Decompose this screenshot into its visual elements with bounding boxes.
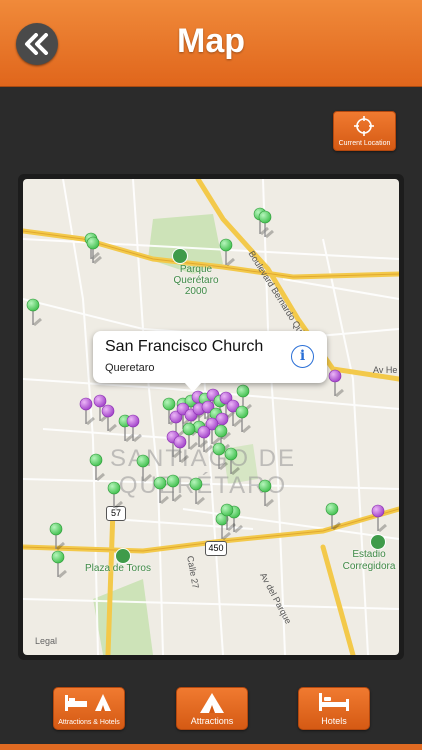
page-title: Map	[177, 22, 245, 60]
pins-layer[interactable]	[23, 179, 399, 655]
attraction-pin[interactable]	[219, 238, 235, 267]
attractions-hotels-label: Attractions & Hotels	[58, 719, 120, 726]
callout-subtitle: Queretaro	[105, 362, 155, 374]
hotel-pin[interactable]	[371, 504, 387, 533]
info-icon[interactable]: i	[291, 345, 314, 368]
attraction-pin[interactable]	[325, 502, 341, 531]
legal-link[interactable]: Legal	[35, 636, 57, 646]
attraction-pin[interactable]	[258, 479, 274, 508]
current-location-button[interactable]: Current Location	[333, 111, 396, 151]
hotel-pin[interactable]	[197, 425, 213, 454]
crosshair-icon	[354, 116, 374, 136]
attraction-pin[interactable]	[166, 474, 182, 503]
bed-tent-icon	[65, 694, 111, 711]
attraction-pin[interactable]	[51, 550, 67, 579]
map-view[interactable]: Parque Querétaro 2000 SANTIAGO DE QUERÉT…	[23, 179, 399, 655]
attraction-pin[interactable]	[224, 447, 240, 476]
bottom-toolbar: Attractions & Hotels Attractions Hotels	[0, 670, 422, 750]
hotel-pin[interactable]	[173, 435, 189, 464]
bed-icon	[319, 693, 349, 711]
hotels-button[interactable]: Hotels	[298, 687, 370, 730]
current-location-label: Current Location	[338, 140, 391, 147]
header-bar: Map	[0, 0, 422, 87]
attraction-pin[interactable]	[89, 453, 105, 482]
attraction-pin[interactable]	[26, 298, 42, 327]
attractions-label: Attractions	[190, 716, 234, 726]
attraction-pin[interactable]	[107, 481, 123, 510]
attraction-pin[interactable]	[153, 476, 169, 505]
attraction-pin[interactable]	[215, 512, 231, 541]
bottom-accent-bar	[0, 744, 422, 750]
hotels-label: Hotels	[321, 716, 347, 726]
map-callout[interactable]: San Francisco Church Queretaro i	[93, 331, 327, 392]
hotel-pin[interactable]	[79, 397, 95, 426]
attractions-button[interactable]: Attractions	[176, 687, 248, 730]
attraction-pin[interactable]	[212, 442, 228, 471]
hotel-pin[interactable]	[328, 369, 344, 398]
attraction-pin[interactable]	[189, 477, 205, 506]
attractions-hotels-button[interactable]: Attractions & Hotels	[53, 687, 125, 730]
attraction-pin[interactable]	[136, 454, 152, 483]
attraction-pin[interactable]	[49, 522, 65, 551]
attraction-pin[interactable]	[235, 405, 251, 434]
tent-icon	[200, 693, 224, 713]
callout-title: San Francisco Church	[105, 338, 264, 355]
